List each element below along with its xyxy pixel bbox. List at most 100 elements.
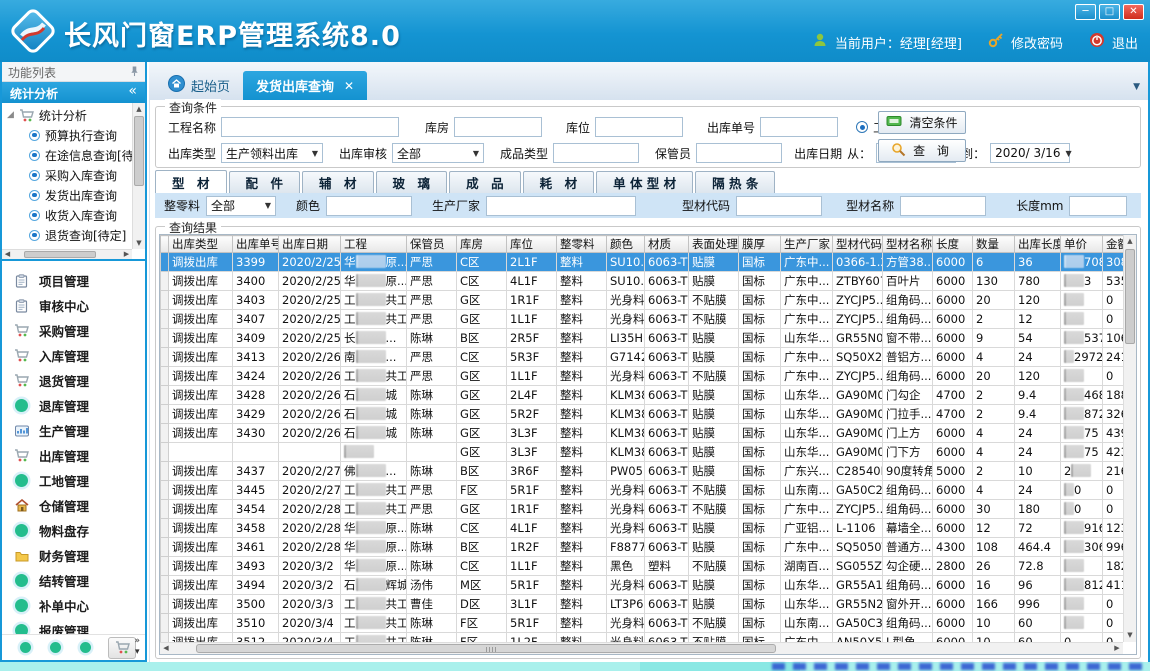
row-header-cell[interactable] <box>161 424 169 443</box>
material-tab-成品[interactable]: 成 品 <box>449 171 521 193</box>
column-header-金额[interactable]: 金额 <box>1103 236 1124 253</box>
scroll-right-icon[interactable]: ▶ <box>121 250 132 259</box>
material-tab-辅材[interactable]: 辅 材 <box>302 171 374 193</box>
tree-item-退货查询[待定][interactable]: 退货查询[待定] <box>2 225 132 245</box>
sidebar-item-采购管理[interactable]: 采购管理 <box>2 318 145 343</box>
column-header-出库类型[interactable]: 出库类型 <box>169 236 233 253</box>
scroll-down-icon[interactable]: ▼ <box>133 237 145 249</box>
cart-module-button[interactable] <box>108 637 136 659</box>
module-dot-icon[interactable] <box>50 642 61 653</box>
tree-vertical-scrollbar[interactable]: ▲ ▼ <box>132 103 145 249</box>
row-header-cell[interactable] <box>161 500 169 519</box>
color-input[interactable] <box>326 196 412 216</box>
gongzhuang-radio[interactable] <box>856 121 868 133</box>
logout-link[interactable]: 退出 <box>1112 33 1138 52</box>
sidebar-item-结转管理[interactable]: 结转管理 <box>2 568 145 593</box>
table-row[interactable]: 调拨出库34032020/2/25工共工程严思G区1R1F整料光身料6063-T… <box>161 291 1124 310</box>
column-header-出库单号[interactable]: 出库单号 <box>233 236 279 253</box>
table-row[interactable]: G区3L3F整料KLM38176063-T5贴膜国标山东华...GA90M09.… <box>161 443 1124 462</box>
module-dot-icon[interactable] <box>20 642 31 653</box>
more-modules-chevron[interactable]: »▾ <box>134 636 140 658</box>
sidebar-item-仓储管理[interactable]: 仓储管理 <box>2 493 145 518</box>
tree-item-在途信息查询[待定][interactable]: 在途信息查询[待定] <box>2 145 132 165</box>
sidebar-item-生产管理[interactable]: 生产管理 <box>2 418 145 443</box>
audit-select[interactable]: 全部▼ <box>392 143 484 163</box>
material-tab-型材[interactable]: 型 材 <box>155 170 227 193</box>
table-row[interactable]: 调拨出库34942020/3/2石辉城汤伟M区5R1F整料光身料6063-T5贴… <box>161 576 1124 595</box>
material-tab-玻璃[interactable]: 玻 璃 <box>376 171 448 193</box>
sidebar-item-物料盘存[interactable]: 物料盘存 <box>2 518 145 543</box>
row-header-cell[interactable] <box>161 462 169 481</box>
sidebar-item-审核中心[interactable]: 审核中心 <box>2 293 145 318</box>
close-button[interactable]: ✕ <box>1123 4 1144 20</box>
maximize-button[interactable]: □ <box>1099 4 1120 20</box>
row-header-cell[interactable] <box>161 310 169 329</box>
table-row[interactable]: 调拨出库34242020/2/26工共工程严思G区1L1F整料光身料6063-T… <box>161 367 1124 386</box>
table-row[interactable]: 调拨出库34072020/2/25工共工程严思G区1L1F整料光身料6063-T… <box>161 310 1124 329</box>
sidebar-item-工地管理[interactable]: 工地管理 <box>2 468 145 493</box>
product-type-input[interactable] <box>553 143 639 163</box>
row-header-cell[interactable] <box>161 443 169 462</box>
row-header-cell[interactable] <box>161 253 169 272</box>
material-tab-耗材[interactable]: 耗 材 <box>523 171 595 193</box>
module-dot-icon[interactable] <box>80 642 91 653</box>
tree-item-预算执行查询[interactable]: 预算执行查询 <box>2 125 132 145</box>
row-header-cell[interactable] <box>161 329 169 348</box>
sidebar-group-header[interactable]: 统计分析 « <box>2 82 145 103</box>
sidebar-item-退货管理[interactable]: 退货管理 <box>2 368 145 393</box>
column-header-膜厚[interactable]: 膜厚 <box>739 236 781 253</box>
table-row[interactable]: 调拨出库35122020/3/4工共工程陈琳F区1L2F整料光身料6063-T5… <box>161 633 1124 643</box>
sidebar-item-报废管理[interactable]: 报废管理 <box>2 618 145 634</box>
minimize-button[interactable]: ─ <box>1075 4 1096 20</box>
profile-name-input[interactable] <box>900 196 986 216</box>
table-row[interactable]: 调拨出库33992020/2/25华原...严思C区2L1F整料SU10...6… <box>161 253 1124 272</box>
scroll-left-icon[interactable]: ◀ <box>160 643 172 654</box>
column-header-库位[interactable]: 库位 <box>507 236 557 253</box>
sidebar-item-出库管理[interactable]: 出库管理 <box>2 443 145 468</box>
table-row[interactable]: 调拨出库34372020/2/27佛...陈琳B区3R6F整料PW056063-… <box>161 462 1124 481</box>
table-row[interactable]: 调拨出库34092020/2/25长...陈琳B区2R5F整料LI35HD606… <box>161 329 1124 348</box>
column-header-工程[interactable]: 工程 <box>341 236 407 253</box>
row-header-cell[interactable] <box>161 481 169 500</box>
scrollbar-thumb[interactable] <box>134 116 144 186</box>
column-header-数量[interactable]: 数量 <box>973 236 1015 253</box>
tree-item-采购入库查询[interactable]: 采购入库查询 <box>2 165 132 185</box>
tab-起始页[interactable]: 起始页 <box>155 71 243 100</box>
outbound-type-select[interactable]: 生产领料出库▼ <box>221 143 323 163</box>
scroll-left-icon[interactable]: ◀ <box>2 250 13 259</box>
row-header-cell[interactable] <box>161 348 169 367</box>
row-header-cell[interactable] <box>161 633 169 643</box>
sidebar-item-项目管理[interactable]: 项目管理 <box>2 268 145 293</box>
row-header-cell[interactable] <box>161 595 169 614</box>
column-header-型材代码[interactable]: 型材代码 <box>833 236 883 253</box>
sidebar-item-退库管理[interactable]: 退库管理 <box>2 393 145 418</box>
scrollbar-thumb[interactable] <box>1125 249 1135 344</box>
table-row[interactable]: 调拨出库34452020/2/27工共工程严思F区5R1F整料光身料6063-T… <box>161 481 1124 500</box>
length-input[interactable] <box>1069 196 1127 216</box>
material-tab-隔热条[interactable]: 隔 热 条 <box>695 171 775 193</box>
column-header-单价[interactable]: 单价 <box>1061 236 1103 253</box>
row-header-cell[interactable] <box>161 367 169 386</box>
column-header-生产厂家[interactable]: 生产厂家 <box>781 236 833 253</box>
table-row[interactable]: 调拨出库35002020/3/3工共工程曹佳D区3L1F整料LT3P606063… <box>161 595 1124 614</box>
table-row[interactable]: 调拨出库34002020/2/25华原...严思C区4L1F整料SU10...6… <box>161 272 1124 291</box>
material-tab-单体型材[interactable]: 单 体 型 材 <box>596 171 693 193</box>
location-input[interactable] <box>595 117 683 137</box>
profile-code-input[interactable] <box>736 196 822 216</box>
table-row[interactable]: 调拨出库34302020/2/26石城陈琳G区3L3F整料KLM38176063… <box>161 424 1124 443</box>
sidebar-item-财务管理[interactable]: 财务管理 <box>2 543 145 568</box>
pin-icon[interactable] <box>130 65 139 80</box>
row-header-cell[interactable] <box>161 386 169 405</box>
column-header-库房[interactable]: 库房 <box>457 236 507 253</box>
close-tab-icon[interactable]: ✕ <box>344 79 354 93</box>
grid-vertical-scrollbar[interactable]: ▲ ▼ <box>1123 235 1136 642</box>
scroll-right-icon[interactable]: ▶ <box>1111 643 1123 654</box>
material-tab-配件[interactable]: 配 件 <box>229 171 301 193</box>
sidebar-item-补单中心[interactable]: 补单中心 <box>2 593 145 618</box>
table-row[interactable]: 调拨出库34542020/2/28工共工程严思G区1R1F整料光身料6063-T… <box>161 500 1124 519</box>
table-row[interactable]: 调拨出库34292020/2/26石城陈琳G区5R2F整料KLM38176063… <box>161 405 1124 424</box>
row-header-cell[interactable] <box>161 272 169 291</box>
tab-overflow-icon[interactable]: ▼ <box>1133 82 1140 92</box>
scroll-up-icon[interactable]: ▲ <box>133 103 145 115</box>
table-row[interactable]: 调拨出库34582020/2/28华原...陈琳C区4L1F整料光身料6063-… <box>161 519 1124 538</box>
